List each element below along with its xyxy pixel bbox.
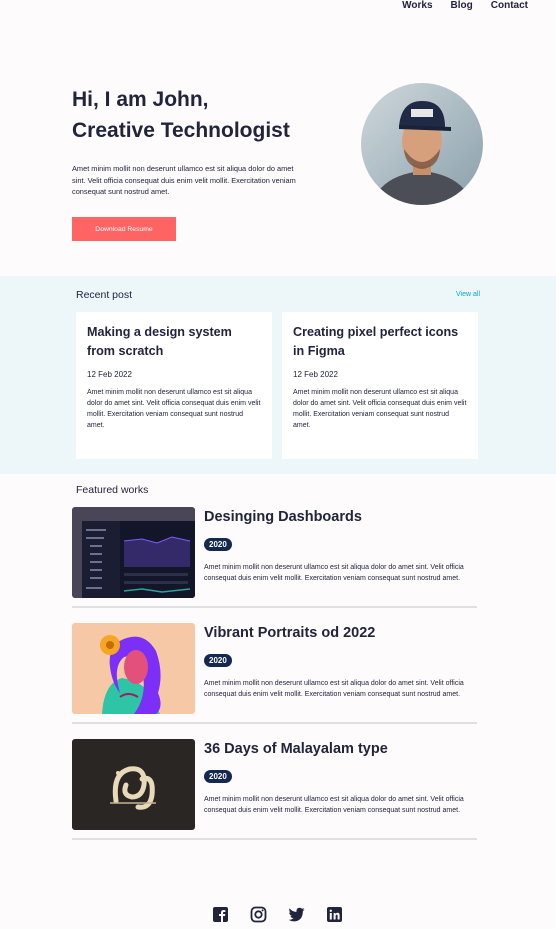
work-description: Amet minim mollit non deserunt ullamco e… [204,564,464,583]
work-title: Vibrant Portraits od 2022 [204,625,376,641]
featured-works-heading: Featured works [76,484,149,496]
hero-description: Amet minim mollit non deserunt ullamco e… [72,164,296,197]
work-item[interactable]: Vibrant Portraits od 2022 2020 Amet mini… [72,623,477,724]
work-item[interactable]: 36 Days of Malayalam type 2020 Amet mini… [72,739,477,840]
recent-posts-section: Recent post View all Making a design sys… [0,276,556,474]
linkedin-icon[interactable] [326,906,343,923]
nav-contact-link[interactable]: Contact [491,0,528,12]
work-title: 36 Days of Malayalam type [204,741,388,757]
work-title: Desinging Dashboards [204,509,362,525]
social-links [212,906,343,923]
avatar [361,83,483,205]
work-item[interactable]: Desinging Dashboards 2020 Amet minim mol… [72,507,477,608]
post-title: Creating pixel perfect icons in Figma [293,325,459,358]
year-badge: 2020 [204,770,232,783]
view-all-link[interactable]: View all [456,291,480,298]
post-excerpt: Amet minim mollit non deserunt ullamco e… [293,389,467,429]
instagram-icon[interactable] [250,906,267,923]
post-excerpt: Amet minim mollit non deserunt ullamco e… [87,389,261,429]
top-nav: Works Blog Contact [402,0,528,12]
post-card[interactable]: Creating pixel perfect icons in Figma 12… [282,312,478,459]
year-badge: 2020 [204,654,232,667]
work-description: Amet minim mollit non deserunt ullamco e… [204,796,464,815]
post-date: 12 Feb 2022 [293,370,338,379]
hero-title-line2: Creative Technologist [72,119,290,142]
twitter-icon[interactable] [288,906,305,923]
typography-thumbnail [72,739,195,830]
hero-title: Hi, I am John, Creative Technologist [72,84,290,146]
facebook-icon[interactable] [212,906,229,923]
nav-blog-link[interactable]: Blog [451,0,473,12]
nav-works-link[interactable]: Works [402,0,432,12]
recent-post-heading: Recent post [76,289,133,301]
dashboard-thumbnail [72,507,195,598]
post-date: 12 Feb 2022 [87,370,132,379]
portrait-thumbnail [72,623,195,714]
post-card[interactable]: Making a design system from scratch 12 F… [76,312,272,459]
year-badge: 2020 [204,538,232,551]
download-resume-button[interactable]: Download Resume [72,217,176,241]
post-title: Making a design system from scratch [87,325,232,358]
work-description: Amet minim mollit non deserunt ullamco e… [204,680,464,699]
hero-title-line1: Hi, I am John, [72,88,209,111]
